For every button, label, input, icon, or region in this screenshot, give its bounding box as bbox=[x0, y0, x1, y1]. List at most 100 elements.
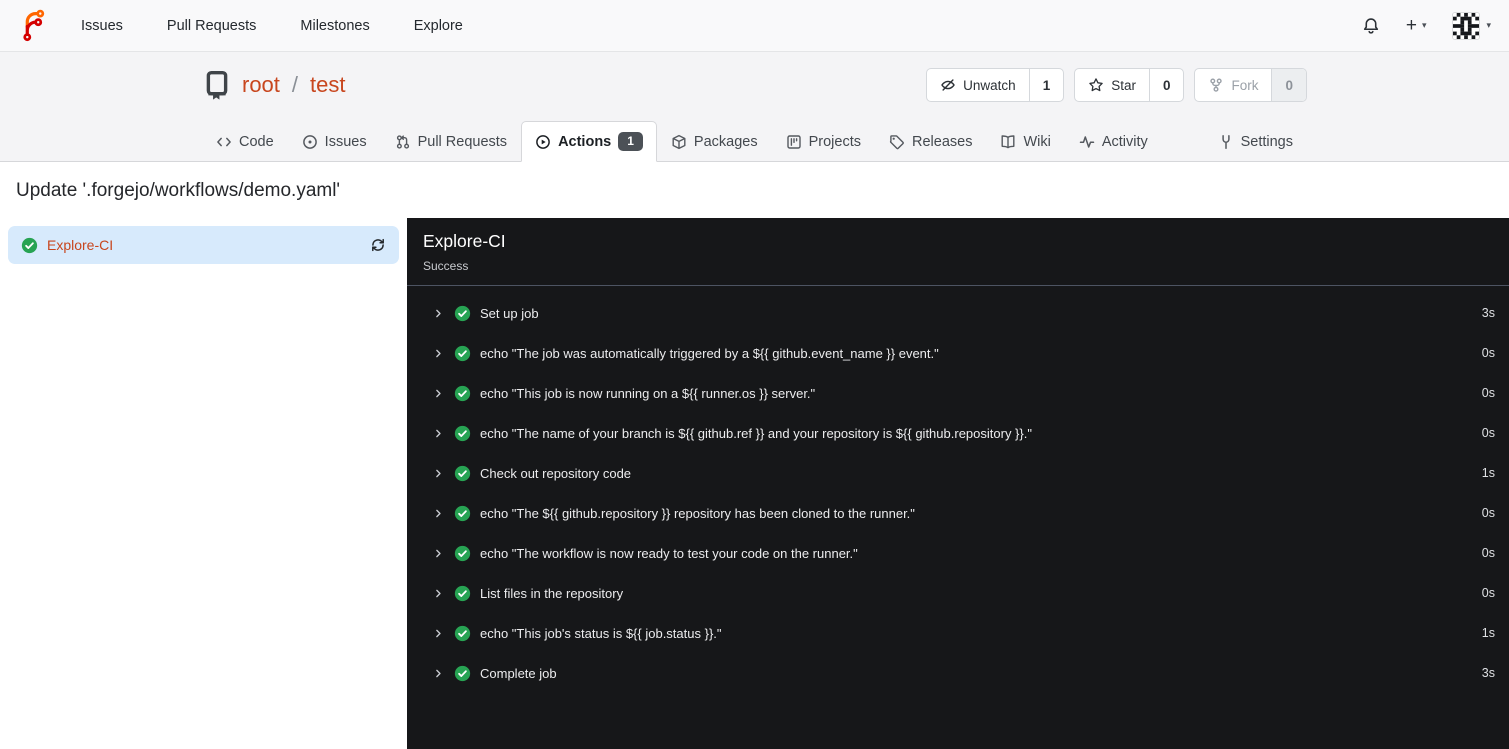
check-circle-icon bbox=[454, 305, 471, 322]
check-circle-icon bbox=[21, 237, 38, 254]
tab-settings[interactable]: Settings bbox=[1204, 121, 1307, 162]
tab-wiki[interactable]: Wiki bbox=[986, 121, 1064, 162]
play-circle-icon bbox=[535, 134, 551, 150]
tab-activity[interactable]: Activity bbox=[1065, 121, 1162, 162]
chevron-right-icon bbox=[432, 507, 445, 520]
tools-icon bbox=[1218, 134, 1234, 150]
primary-nav: Issues Pull Requests Milestones Explore bbox=[81, 18, 463, 34]
watch-count[interactable]: 1 bbox=[1028, 69, 1064, 101]
tab-releases[interactable]: Releases bbox=[875, 121, 986, 162]
chevron-right-icon bbox=[432, 307, 445, 320]
caret-down-icon: ▾ bbox=[1421, 20, 1427, 30]
job-panel-header: Explore-CI Success bbox=[407, 218, 1509, 286]
job-status-label: Success bbox=[423, 259, 469, 273]
nav-item-issues[interactable]: Issues bbox=[81, 18, 123, 34]
step-name: Complete job bbox=[480, 665, 557, 681]
eye-slash-icon bbox=[940, 77, 956, 93]
project-icon bbox=[786, 134, 802, 150]
repo-tabs: Code Issues Pull Requests Actions 1 Pack… bbox=[190, 121, 1319, 162]
step-row-echo-cloned[interactable]: echo "The ${{ github.repository }} repos… bbox=[407, 493, 1509, 533]
package-icon bbox=[671, 134, 687, 150]
repo-name-link[interactable]: test bbox=[310, 72, 345, 98]
git-pull-request-icon bbox=[395, 134, 411, 150]
refresh-icon[interactable] bbox=[370, 237, 386, 253]
bell-icon bbox=[1362, 17, 1380, 35]
tab-actions[interactable]: Actions 1 bbox=[521, 121, 657, 162]
star-count[interactable]: 0 bbox=[1148, 69, 1184, 101]
check-circle-icon bbox=[454, 545, 471, 562]
chevron-right-icon bbox=[432, 667, 445, 680]
navbar-right: + ▾ ▾ bbox=[1362, 11, 1491, 40]
unwatch-button[interactable]: Unwatch 1 bbox=[926, 68, 1065, 102]
step-name: echo "This job is now running on a ${{ r… bbox=[480, 385, 816, 401]
tab-issues[interactable]: Issues bbox=[288, 121, 381, 162]
step-row-setup-job[interactable]: Set up job 3s bbox=[407, 293, 1509, 333]
check-circle-icon bbox=[454, 625, 471, 642]
repo-header: root / test Unwatch 1 Star 0 Fork 0 Code… bbox=[0, 52, 1509, 162]
chevron-right-icon bbox=[432, 627, 445, 640]
tab-code[interactable]: Code bbox=[202, 121, 288, 162]
step-row-checkout[interactable]: Check out repository code 1s bbox=[407, 453, 1509, 493]
nav-item-milestones[interactable]: Milestones bbox=[300, 18, 369, 34]
book-icon bbox=[1000, 134, 1016, 150]
fork-icon bbox=[1208, 77, 1224, 93]
nav-item-explore[interactable]: Explore bbox=[414, 18, 463, 34]
step-row-echo-ready[interactable]: echo "The workflow is now ready to test … bbox=[407, 533, 1509, 573]
steps-list: Set up job 3s echo "The job was automati… bbox=[407, 286, 1509, 693]
step-row-echo-branch[interactable]: echo "The name of your branch is ${{ git… bbox=[407, 413, 1509, 453]
tab-packages[interactable]: Packages bbox=[657, 121, 772, 162]
repo-breadcrumb: root / test bbox=[202, 70, 346, 100]
workflow-run-view: Update '.forgejo/workflows/demo.yaml' Ex… bbox=[0, 162, 1509, 749]
forgejo-logo[interactable] bbox=[18, 9, 51, 42]
step-name: echo "The workflow is now ready to test … bbox=[480, 545, 858, 561]
repo-owner-link[interactable]: root bbox=[242, 72, 280, 98]
step-row-complete-job[interactable]: Complete job 3s bbox=[407, 653, 1509, 693]
step-name: List files in the repository bbox=[480, 585, 624, 601]
step-duration: 0s bbox=[1481, 546, 1495, 560]
repo-icon bbox=[202, 70, 232, 100]
unwatch-label: Unwatch bbox=[963, 77, 1016, 93]
star-label: Star bbox=[1111, 77, 1136, 93]
step-name: Set up job bbox=[480, 305, 539, 321]
caret-down-icon: ▾ bbox=[1486, 20, 1491, 30]
fork-label: Fork bbox=[1231, 77, 1259, 93]
check-circle-icon bbox=[454, 465, 471, 482]
chevron-right-icon bbox=[432, 347, 445, 360]
create-new-button[interactable]: + ▾ bbox=[1406, 16, 1427, 35]
star-icon bbox=[1088, 77, 1104, 93]
breadcrumb-separator: / bbox=[291, 72, 299, 97]
step-duration: 0s bbox=[1481, 386, 1495, 400]
nav-item-pull-requests[interactable]: Pull Requests bbox=[167, 18, 256, 34]
check-circle-icon bbox=[454, 425, 471, 442]
step-duration: 3s bbox=[1481, 666, 1495, 680]
star-button[interactable]: Star 0 bbox=[1074, 68, 1185, 102]
job-item-explore-ci[interactable]: Explore-CI bbox=[8, 226, 399, 264]
step-duration: 0s bbox=[1481, 426, 1495, 440]
step-row-list-files[interactable]: List files in the repository 0s bbox=[407, 573, 1509, 613]
user-avatar bbox=[1452, 11, 1481, 40]
step-row-echo-status[interactable]: echo "This job's status is ${{ job.statu… bbox=[407, 613, 1509, 653]
step-row-echo-triggered[interactable]: echo "The job was automatically triggere… bbox=[407, 333, 1509, 373]
chevron-right-icon bbox=[432, 587, 445, 600]
pulse-icon bbox=[1079, 134, 1095, 150]
notifications-button[interactable] bbox=[1362, 17, 1380, 35]
tab-pull-requests[interactable]: Pull Requests bbox=[381, 121, 521, 162]
chevron-right-icon bbox=[432, 547, 445, 560]
forgejo-actions-page: Issues Pull Requests Milestones Explore … bbox=[0, 0, 1509, 749]
chevron-right-icon bbox=[432, 467, 445, 480]
step-duration: 0s bbox=[1481, 346, 1495, 360]
step-duration: 1s bbox=[1481, 466, 1495, 480]
step-name: Check out repository code bbox=[480, 465, 632, 481]
user-menu-button[interactable]: ▾ bbox=[1452, 11, 1491, 40]
step-duration: 0s bbox=[1481, 506, 1495, 520]
tab-projects[interactable]: Projects bbox=[772, 121, 875, 162]
step-row-echo-running[interactable]: echo "This job is now running on a ${{ r… bbox=[407, 373, 1509, 413]
job-panel-title: Explore-CI bbox=[423, 231, 506, 251]
forgejo-logo-icon bbox=[18, 9, 51, 42]
actions-count-badge: 1 bbox=[618, 132, 643, 151]
step-duration: 3s bbox=[1481, 306, 1495, 320]
job-name: Explore-CI bbox=[47, 237, 114, 253]
repo-action-buttons: Unwatch 1 Star 0 Fork 0 bbox=[926, 68, 1307, 102]
tag-icon bbox=[889, 134, 905, 150]
job-log-panel: Explore-CI Success Set up job 3s echo "T… bbox=[407, 218, 1509, 749]
